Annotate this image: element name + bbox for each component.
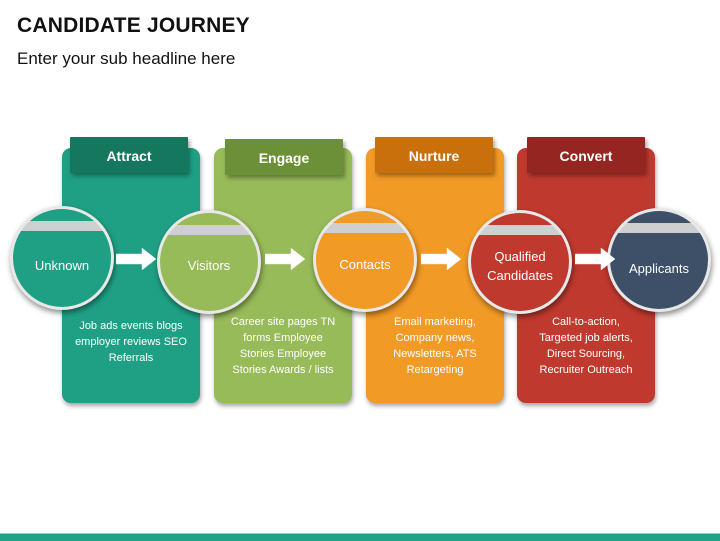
stage-tab-attract: Attract [70,137,188,173]
stage-tab-label: Engage [258,150,310,166]
stage-tab-label: Attract [106,148,152,164]
description-line: Targeted job alerts, [539,332,633,344]
description-line: Call-to-action, [552,316,620,328]
stage-tab-engage: Engage [225,139,343,175]
stage-description-engage: Career site pages TN forms Employee Stor… [214,314,352,378]
description-line: Direct Sourcing, [546,348,626,360]
stage-description-nurture: Email marketing, Company news, Newslette… [366,314,504,378]
description-line: Stories Awards / lists [232,364,334,376]
description-line: Stories Employee [239,348,327,360]
description-line: forms Employee [243,332,323,344]
stage-description-attract: Job ads events blogs employer reviews SE… [62,318,200,366]
description-line: Newsletters, ATS [393,348,477,360]
right-arrow-icon [116,248,156,270]
node-unknown: Unknown [10,206,114,310]
node-label: Visitors [187,258,231,273]
stage-tab-label: Convert [559,148,613,164]
description-line: Email marketing, [394,316,476,328]
node-visitors: Visitors [157,210,261,314]
page-subtitle: Enter your sub headline here [17,49,236,68]
description-line: Retargeting [406,364,464,376]
description-line: Referrals [108,352,154,364]
node-label-line-2: Candidates [487,268,553,283]
node-label-line-1: Qualified [494,249,546,264]
stage-tab-convert: Convert [527,137,645,173]
right-arrow-icon [421,248,461,270]
node-label: Contacts [339,257,391,272]
node-applicants: Applicants [607,208,711,312]
stage-description-convert: Call-to-action, Targeted job alerts, Dir… [517,314,655,378]
description-line: Company news, [395,332,475,344]
right-arrow-icon [265,248,305,270]
right-arrow-icon [575,248,615,270]
node-label: Applicants [629,261,689,276]
node-contacts: Contacts [313,208,417,312]
page-title: CANDIDATE JOURNEY [17,14,250,37]
stage-tab-nurture: Nurture [375,137,493,173]
node-label: Unknown [34,258,90,273]
description-line: employer reviews SEO [75,336,187,348]
description-line: Recruiter Outreach [539,364,633,376]
node-qualified-candidates: Qualified Candidates [468,210,572,314]
description-line: Career site pages TN [230,316,336,328]
description-line: Job ads events blogs [79,320,183,332]
stage-tab-label: Nurture [408,148,460,164]
